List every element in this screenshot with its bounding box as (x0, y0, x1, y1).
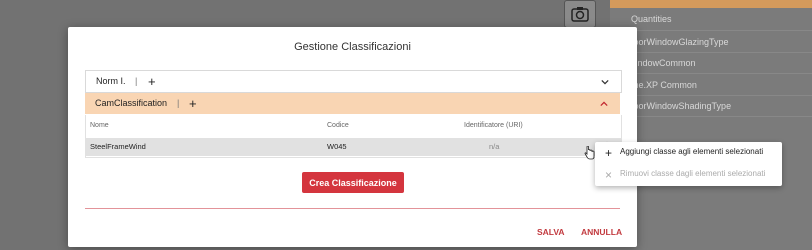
divider (610, 73, 812, 74)
add-class-button[interactable]: + (189, 93, 197, 114)
table-row[interactable]: SteelFrameWind W045 n/a (86, 138, 621, 156)
cell-uri: n/a (489, 142, 500, 151)
column-header-nome: Nome (90, 122, 109, 129)
camera-tool-button[interactable] (564, 0, 596, 28)
classification-name: Norm I. (96, 76, 126, 86)
properties-item[interactable]: RCHline.XP Common (610, 75, 812, 95)
properties-item[interactable]: Quantities (610, 9, 812, 29)
column-header-uri: Identificatore (URI) (464, 122, 523, 129)
divider (610, 116, 812, 117)
create-classification-button[interactable]: Crea Classificazione (302, 172, 404, 193)
column-header-codice: Codice (327, 122, 349, 129)
plus-icon: + (605, 146, 613, 160)
classification-row-norm[interactable]: Norm I. | + (85, 70, 622, 93)
cancel-button[interactable]: ANNULLA (581, 227, 622, 237)
cell-codice: W045 (327, 142, 347, 151)
menu-item-label: Rimuovi classe dagli elementi selezionat… (620, 169, 766, 178)
divider (610, 30, 812, 31)
classification-dialog: Gestione Classificazioni Norm I. | + Cam… (68, 27, 637, 247)
properties-item[interactable]: eriali (610, 118, 812, 138)
classification-name: CamClassification (95, 98, 168, 108)
properties-item[interactable]: set_DoorWindowGlazingType (610, 32, 812, 52)
classification-row-camclassification[interactable]: CamClassification | + (85, 93, 620, 114)
menu-item-add-class[interactable]: + Aggiungi classe agli elementi selezion… (595, 142, 782, 164)
menu-item-remove-class[interactable]: × Rimuovi classe dagli elementi selezion… (595, 164, 782, 186)
chevron-up-icon[interactable] (600, 100, 608, 108)
properties-item[interactable]: set_DoorWindowShadingType (610, 96, 812, 116)
chevron-down-icon[interactable] (601, 78, 609, 86)
menu-item-label: Aggiungi classe agli elementi selezionat… (620, 147, 764, 156)
properties-panel-header (610, 0, 812, 8)
divider (85, 208, 620, 209)
context-menu: + Aggiungi classe agli elementi selezion… (595, 142, 782, 186)
close-icon: × (605, 168, 613, 182)
separator: | (177, 98, 180, 108)
save-button[interactable]: SALVA (537, 227, 565, 237)
cell-nome: SteelFrameWind (90, 142, 146, 151)
dialog-title: Gestione Classificazioni (294, 41, 411, 53)
properties-item[interactable]: set_WindowCommon (610, 53, 812, 73)
add-class-button[interactable]: + (148, 71, 156, 92)
camera-icon (571, 7, 589, 22)
classes-table: Nome Codice Identificatore (URI) SteelFr… (85, 115, 622, 158)
separator: | (135, 76, 138, 86)
hand-cursor-icon (584, 146, 595, 160)
